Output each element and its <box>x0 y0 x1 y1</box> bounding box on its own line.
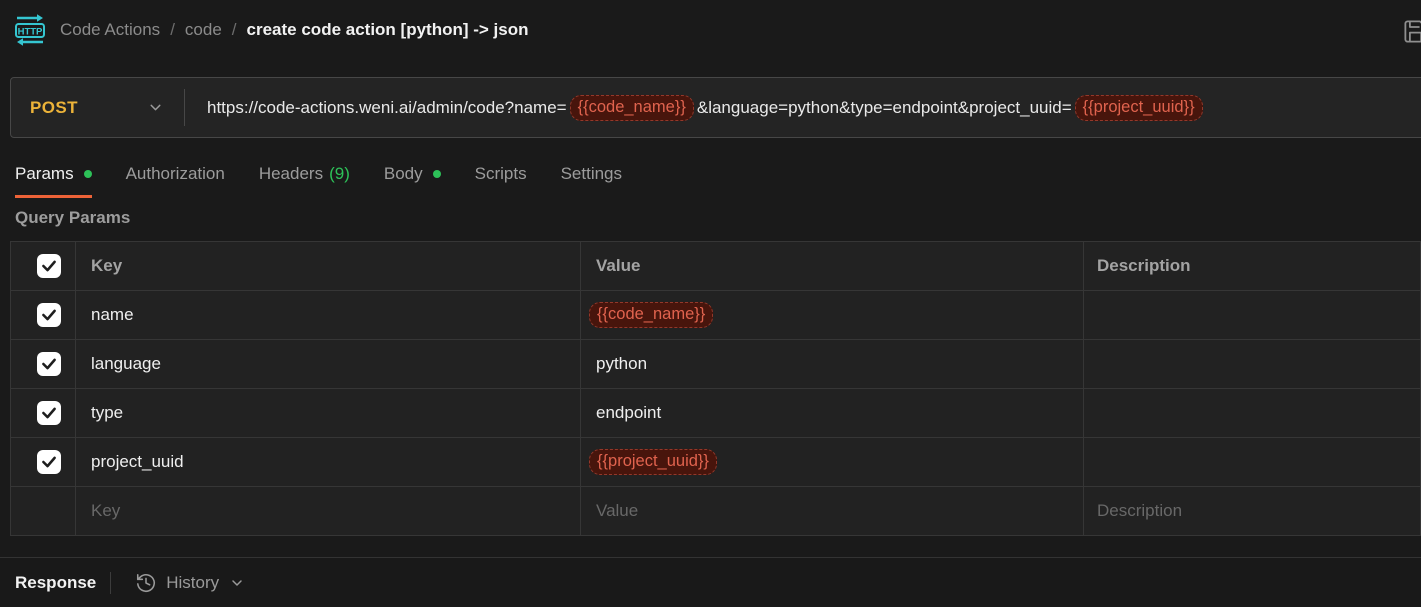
param-checkbox-cell <box>11 340 76 389</box>
tab-body[interactable]: Body <box>384 164 441 198</box>
url-text-segment: https://code-actions.weni.ai/admin/code?… <box>207 98 567 118</box>
tab-label: Params <box>15 164 74 184</box>
select-all-checkbox[interactable] <box>37 254 61 278</box>
url-text-segment: &language=python&type=endpoint&project_u… <box>697 98 1072 118</box>
param-value-cell[interactable]: {{project_uuid}} <box>581 438 1084 487</box>
variable-pill: {{code_name}} <box>589 302 713 328</box>
request-header-bar: HTTP Code Actions / code / create code actio… <box>0 0 1421 60</box>
new-param-description-input[interactable]: Description <box>1084 487 1420 536</box>
tab-headers[interactable]: Headers (9) <box>259 164 350 198</box>
param-row: project_uuid {{project_uuid}} <box>11 438 1420 487</box>
param-key-cell[interactable]: type <box>76 389 581 438</box>
new-param-checkbox-cell <box>11 487 76 536</box>
tab-authorization[interactable]: Authorization <box>126 164 225 198</box>
request-tabs: Params Authorization Headers (9) Body Scripts… <box>15 164 1421 198</box>
tab-settings[interactable]: Settings <box>561 164 622 198</box>
checkmark-icon <box>40 404 58 422</box>
breadcrumb-item: create code action [python] -> json <box>247 20 529 40</box>
param-description-cell[interactable] <box>1084 340 1420 389</box>
column-header-key: Key <box>76 242 581 291</box>
param-checkbox-cell <box>11 291 76 340</box>
column-header-value: Value <box>581 242 1084 291</box>
param-enabled-checkbox[interactable] <box>37 450 61 474</box>
url-variable-pill: {{code_name}} <box>570 95 694 121</box>
new-param-row: Key Value Description <box>11 487 1420 536</box>
query-params-table: Key Value Description name {{code_name}}l… <box>10 241 1421 536</box>
param-checkbox-cell <box>11 389 76 438</box>
param-enabled-checkbox[interactable] <box>37 352 61 376</box>
chevron-down-icon <box>229 575 245 591</box>
param-enabled-checkbox[interactable] <box>37 401 61 425</box>
breadcrumb-separator: / <box>232 20 237 40</box>
tab-count-badge: (9) <box>329 164 350 184</box>
modified-dot-icon <box>84 170 92 178</box>
select-all-cell <box>11 242 76 291</box>
tab-label: Settings <box>561 164 622 184</box>
modified-dot-icon <box>433 170 441 178</box>
tab-label: Headers <box>259 164 323 184</box>
param-rows: name {{code_name}} languagepythontypeendpo… <box>11 291 1420 487</box>
breadcrumb-separator: / <box>170 20 175 40</box>
breadcrumb: Code Actions / code / create code action [py… <box>60 20 529 40</box>
checkmark-icon <box>40 453 58 471</box>
response-label: Response <box>15 573 96 593</box>
history-label: History <box>166 573 219 593</box>
method-selector[interactable]: POST <box>11 98 184 118</box>
param-row: typeendpoint <box>11 389 1420 438</box>
breadcrumb-item: code <box>185 20 222 40</box>
param-description-cell[interactable] <box>1084 291 1420 340</box>
param-value-cell[interactable]: {{code_name}} <box>581 291 1084 340</box>
param-checkbox-cell <box>11 438 76 487</box>
footer-divider <box>110 572 111 594</box>
param-key-cell[interactable]: language <box>76 340 581 389</box>
request-url-bar: POST https://code-actions.weni.ai/admin/… <box>10 77 1421 138</box>
http-method-icon: HTTP <box>12 13 48 47</box>
param-key-cell[interactable]: project_uuid <box>76 438 581 487</box>
param-value-cell[interactable]: python <box>581 340 1084 389</box>
save-icon[interactable] <box>1402 18 1421 45</box>
param-value-cell[interactable]: endpoint <box>581 389 1084 438</box>
tab-label: Scripts <box>475 164 527 184</box>
variable-pill: {{project_uuid}} <box>589 449 717 475</box>
checkmark-icon <box>40 257 58 275</box>
new-param-key-input[interactable]: Key <box>76 487 581 536</box>
response-pane-header: Response History <box>0 557 1421 607</box>
tab-scripts[interactable]: Scripts <box>475 164 527 198</box>
param-key-cell[interactable]: name <box>76 291 581 340</box>
param-row: name {{code_name}} <box>11 291 1420 340</box>
tab-params[interactable]: Params <box>15 164 92 198</box>
url-variable-pill: {{project_uuid}} <box>1075 95 1203 121</box>
url-input[interactable]: https://code-actions.weni.ai/admin/code?… <box>185 95 1206 121</box>
column-header-description: Description <box>1084 242 1420 291</box>
param-description-cell[interactable] <box>1084 389 1420 438</box>
checkmark-icon <box>40 306 58 324</box>
param-enabled-checkbox[interactable] <box>37 303 61 327</box>
method-label: POST <box>30 98 78 118</box>
tab-label: Body <box>384 164 423 184</box>
history-dropdown[interactable]: History <box>135 572 245 594</box>
svg-text:HTTP: HTTP <box>18 27 43 38</box>
tab-label: Authorization <box>126 164 225 184</box>
table-header-row: Key Value Description <box>11 242 1420 291</box>
section-title: Query Params <box>15 208 1421 228</box>
new-param-value-input[interactable]: Value <box>581 487 1084 536</box>
chevron-down-icon <box>147 99 164 116</box>
history-clock-icon <box>135 572 157 594</box>
param-description-cell[interactable] <box>1084 438 1420 487</box>
param-row: languagepython <box>11 340 1420 389</box>
breadcrumb-item: Code Actions <box>60 20 160 40</box>
checkmark-icon <box>40 355 58 373</box>
